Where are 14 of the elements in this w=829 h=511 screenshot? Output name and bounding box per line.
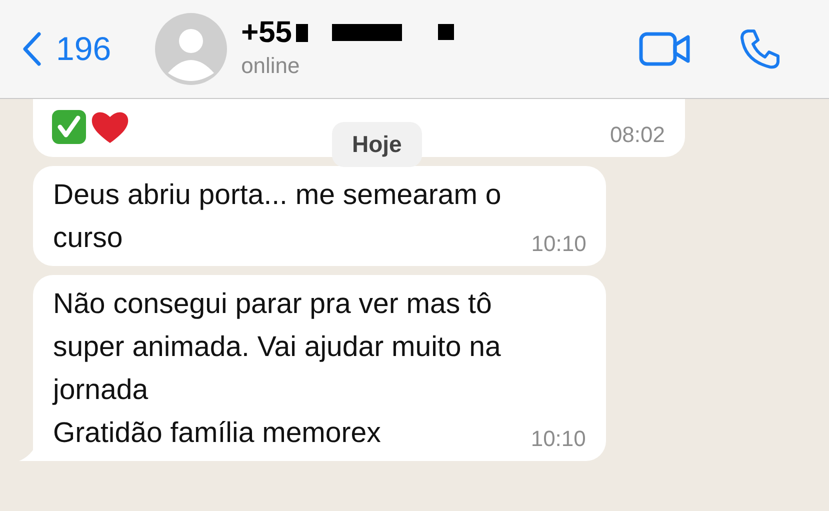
- video-call-icon[interactable]: [639, 31, 691, 67]
- phone-icon[interactable]: [739, 28, 781, 70]
- message-text: Deus abriu porta... me semearam o curso: [53, 178, 502, 256]
- message-time: 10:10: [531, 230, 586, 258]
- check-mark-icon: [51, 109, 87, 145]
- contact-status: online: [241, 52, 301, 80]
- message-time: 10:10: [530, 425, 586, 453]
- contact-name: +55: [241, 16, 292, 49]
- back-chevron-icon: [22, 31, 42, 67]
- date-label: Hoje: [332, 122, 422, 166]
- back-button[interactable]: 196: [22, 24, 112, 74]
- message-time: 08:02: [610, 121, 665, 149]
- message-text: Não consegui parar pra ver mas tô super animada. Vai ajudar muito na jornada Gratidão família memorex: [53, 287, 501, 451]
- heart-icon: [90, 109, 130, 145]
